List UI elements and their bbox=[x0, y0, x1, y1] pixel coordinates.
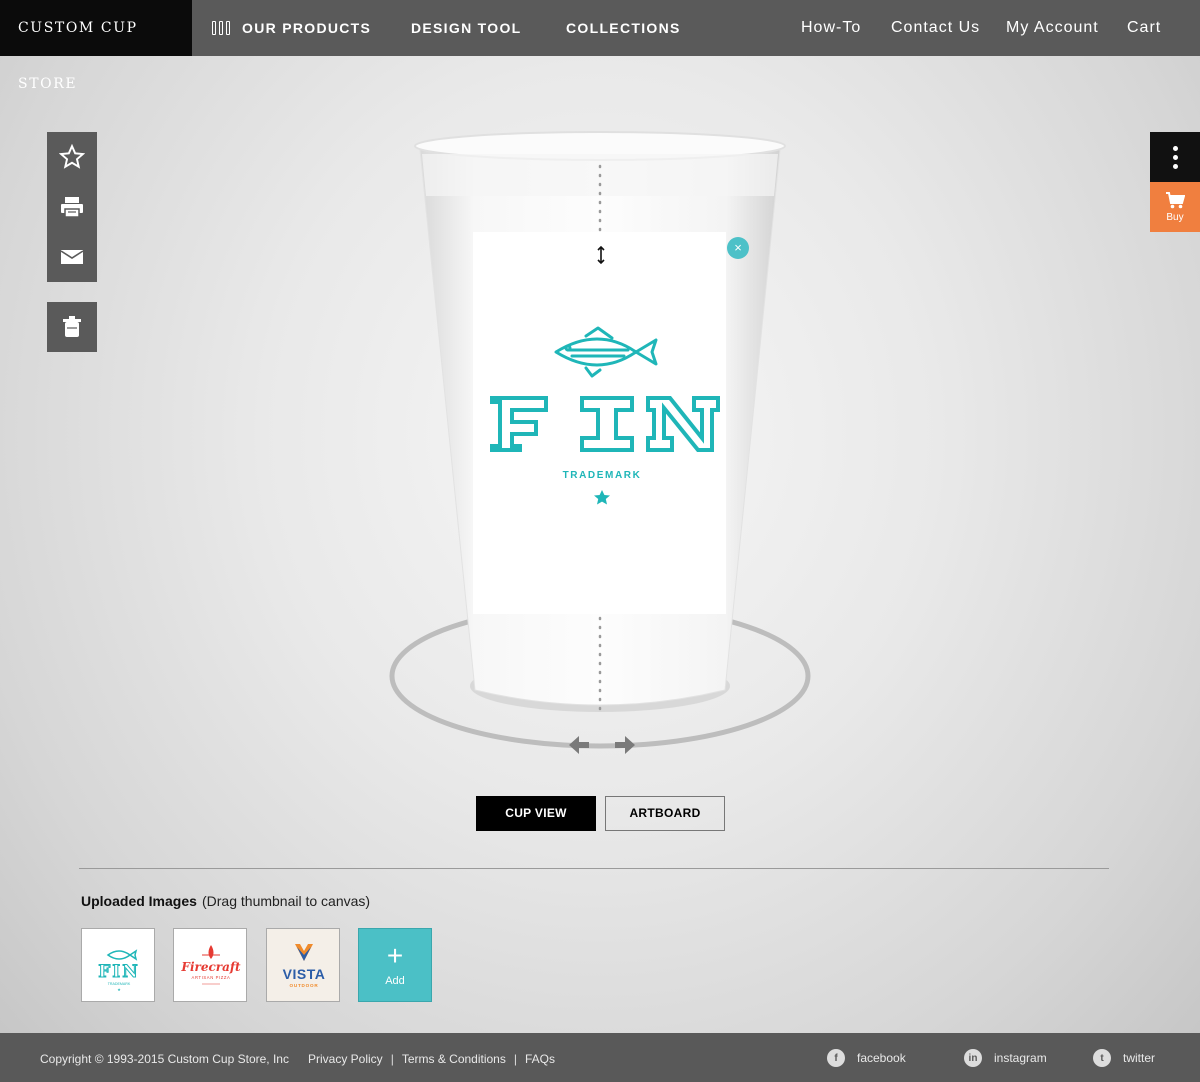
artboard-tab[interactable]: ARTBOARD bbox=[605, 796, 725, 831]
mail-icon bbox=[60, 250, 84, 264]
more-dot-icon bbox=[1172, 154, 1178, 160]
more-options-button[interactable] bbox=[1150, 132, 1200, 182]
trash-icon bbox=[63, 316, 81, 337]
fin-logo-image[interactable]: TRADEMARK bbox=[488, 322, 722, 512]
print-button[interactable] bbox=[47, 182, 97, 232]
instagram-label: instagram bbox=[994, 1051, 1047, 1065]
uploaded-images-title: Uploaded Images bbox=[81, 893, 197, 909]
instagram-icon: in bbox=[964, 1049, 982, 1067]
thumbnail-fin-image: FIN TRADEMARK ★ bbox=[98, 949, 140, 992]
resize-handle-icon[interactable] bbox=[592, 244, 610, 266]
terms-link[interactable]: Terms & Conditions bbox=[402, 1052, 506, 1066]
copyright-text: Copyright © 1993-2015 Custom Cup Store, … bbox=[40, 1052, 289, 1066]
top-nav: CUSTOM CUP STORE OUR PRODUCTS DESIGN TOO… bbox=[0, 0, 1200, 92]
cup-view-tab[interactable]: CUP VIEW bbox=[476, 796, 596, 831]
rotate-right-button[interactable] bbox=[611, 733, 639, 757]
fin-logo-subtitle: TRADEMARK bbox=[563, 470, 642, 481]
brand-logo[interactable]: CUSTOM CUP STORE bbox=[0, 0, 192, 92]
nav-how-to[interactable]: How-To bbox=[801, 0, 861, 56]
twitter-link[interactable]: t twitter bbox=[1093, 1049, 1155, 1067]
nav-contact-us[interactable]: Contact Us bbox=[891, 0, 980, 56]
buy-label: Buy bbox=[1166, 212, 1184, 223]
facebook-label: facebook bbox=[857, 1051, 906, 1065]
instagram-link[interactable]: in instagram bbox=[964, 1049, 1047, 1067]
nav-design-tool[interactable]: DESIGN TOOL bbox=[411, 0, 522, 56]
uploaded-images-hint: (Drag thumbnail to canvas) bbox=[202, 893, 371, 909]
thumbnail-firecraft[interactable]: Firecraft ARTISAN PIZZA bbox=[173, 928, 247, 1002]
remove-image-button[interactable]: × bbox=[727, 237, 749, 259]
rotate-controls bbox=[565, 733, 639, 757]
svg-text:OUTDOOR: OUTDOOR bbox=[289, 983, 318, 988]
svg-text:VISTA: VISTA bbox=[283, 966, 326, 982]
footer-separator: | bbox=[390, 1052, 394, 1066]
print-icon bbox=[61, 197, 83, 218]
products-grid-icon bbox=[212, 21, 230, 35]
svg-text:FIN: FIN bbox=[98, 962, 140, 982]
rotate-left-button[interactable] bbox=[565, 733, 593, 757]
svg-text:TRADEMARK: TRADEMARK bbox=[108, 982, 131, 986]
footer-links: Privacy Policy | Terms & Conditions | FA… bbox=[308, 1052, 555, 1066]
arrow-left-icon bbox=[569, 736, 589, 754]
facebook-icon: f bbox=[827, 1049, 845, 1067]
twitter-icon: t bbox=[1093, 1049, 1111, 1067]
left-toolbar bbox=[47, 132, 97, 282]
delete-button[interactable] bbox=[47, 302, 97, 352]
fin-letters bbox=[490, 396, 720, 452]
more-dot-icon bbox=[1172, 145, 1178, 151]
nav-our-products[interactable]: OUR PRODUCTS bbox=[212, 0, 371, 56]
svg-text:★: ★ bbox=[117, 987, 121, 992]
thumbnail-vista-image: VISTA OUTDOOR bbox=[283, 944, 326, 988]
add-image-button[interactable]: + Add bbox=[358, 928, 432, 1002]
section-divider bbox=[79, 868, 1109, 869]
thumbnail-fin[interactable]: FIN TRADEMARK ★ bbox=[81, 928, 155, 1002]
twitter-label: twitter bbox=[1123, 1051, 1156, 1065]
thumbnail-firecraft-image: Firecraft ARTISAN PIZZA bbox=[180, 945, 241, 985]
privacy-policy-link[interactable]: Privacy Policy bbox=[308, 1052, 383, 1066]
footer: Copyright © 1993-2015 Custom Cup Store, … bbox=[0, 1033, 1200, 1082]
add-image-label: Add bbox=[385, 975, 405, 987]
arrow-right-icon bbox=[615, 736, 635, 754]
nav-our-products-label: OUR PRODUCTS bbox=[242, 20, 372, 36]
facebook-link[interactable]: f facebook bbox=[827, 1049, 906, 1067]
fin-logo-star-icon bbox=[594, 490, 610, 505]
nav-cart[interactable]: Cart bbox=[1127, 0, 1161, 56]
nav-collections[interactable]: COLLECTIONS bbox=[566, 0, 681, 56]
favorite-button[interactable] bbox=[47, 132, 97, 182]
star-icon bbox=[59, 144, 85, 169]
fish-icon bbox=[554, 326, 658, 378]
faqs-link[interactable]: FAQs bbox=[525, 1052, 555, 1066]
svg-text:ARTISAN PIZZA: ARTISAN PIZZA bbox=[192, 975, 231, 980]
buy-button[interactable]: Buy bbox=[1150, 182, 1200, 232]
svg-text:Firecraft: Firecraft bbox=[180, 960, 241, 974]
plus-icon: + bbox=[386, 940, 404, 971]
more-dot-icon bbox=[1172, 163, 1178, 169]
cart-icon bbox=[1166, 192, 1185, 209]
thumbnail-vista[interactable]: VISTA OUTDOOR bbox=[266, 928, 340, 1002]
footer-separator: | bbox=[513, 1052, 517, 1066]
nav-my-account[interactable]: My Account bbox=[1006, 0, 1099, 56]
email-button[interactable] bbox=[47, 232, 97, 282]
